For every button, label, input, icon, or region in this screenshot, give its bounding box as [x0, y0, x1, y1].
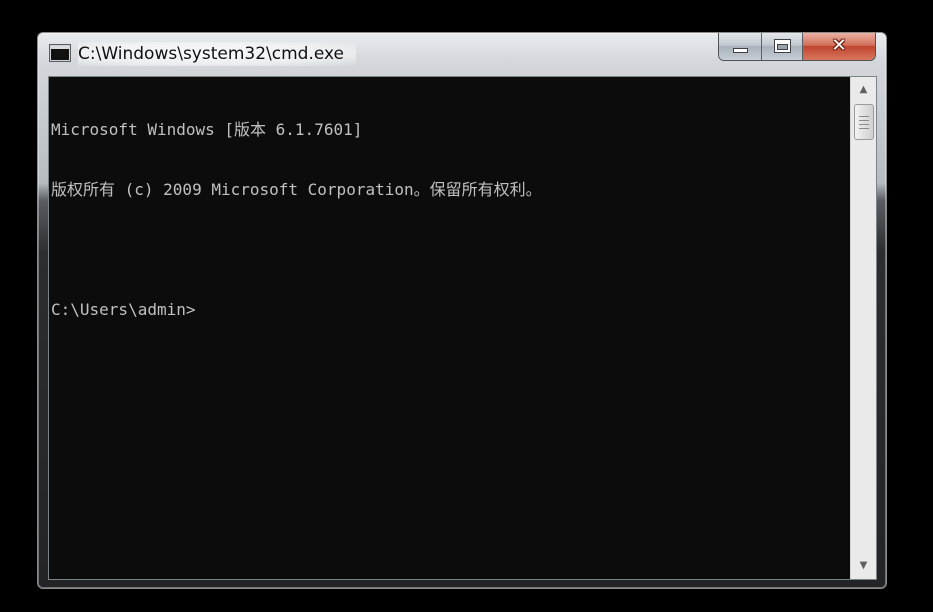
scroll-thumb[interactable]	[854, 104, 874, 140]
minimize-button[interactable]	[719, 33, 762, 60]
console-frame: Microsoft Windows [版本 6.1.7601] 版权所有 (c)…	[48, 76, 877, 580]
command-prompt[interactable]: C:\Users\admin>	[51, 300, 850, 320]
console-line-blank	[51, 240, 850, 260]
title-bar[interactable]: C:\Windows\system32\cmd.exe ✕	[38, 33, 886, 75]
thumb-grip-line	[859, 124, 869, 125]
close-icon: ✕	[831, 35, 847, 56]
scroll-down-arrow-icon[interactable]: ▼	[851, 553, 876, 579]
cmd-console-icon[interactable]	[50, 45, 70, 61]
console-output[interactable]: Microsoft Windows [版本 6.1.7601] 版权所有 (c)…	[49, 77, 850, 579]
thumb-grip-line	[859, 116, 869, 117]
cmd-window: C:\Windows\system32\cmd.exe ✕ Microsoft …	[37, 32, 887, 589]
vertical-scrollbar[interactable]: ▲ ▼	[850, 77, 876, 579]
window-title: C:\Windows\system32\cmd.exe	[78, 42, 357, 66]
scroll-up-arrow-icon[interactable]: ▲	[851, 77, 876, 103]
maximize-icon	[774, 39, 791, 53]
thumb-grip-line	[859, 120, 869, 121]
maximize-button[interactable]	[762, 33, 803, 60]
caption-buttons: ✕	[718, 33, 876, 61]
thumb-grip-line	[859, 128, 869, 129]
minimize-icon	[733, 48, 748, 53]
console-line-version: Microsoft Windows [版本 6.1.7601]	[51, 120, 363, 139]
icon-title-strip	[51, 46, 69, 49]
console-line-copyright: 版权所有 (c) 2009 Microsoft Corporation。保留所有…	[51, 180, 542, 199]
close-button[interactable]: ✕	[803, 33, 875, 60]
